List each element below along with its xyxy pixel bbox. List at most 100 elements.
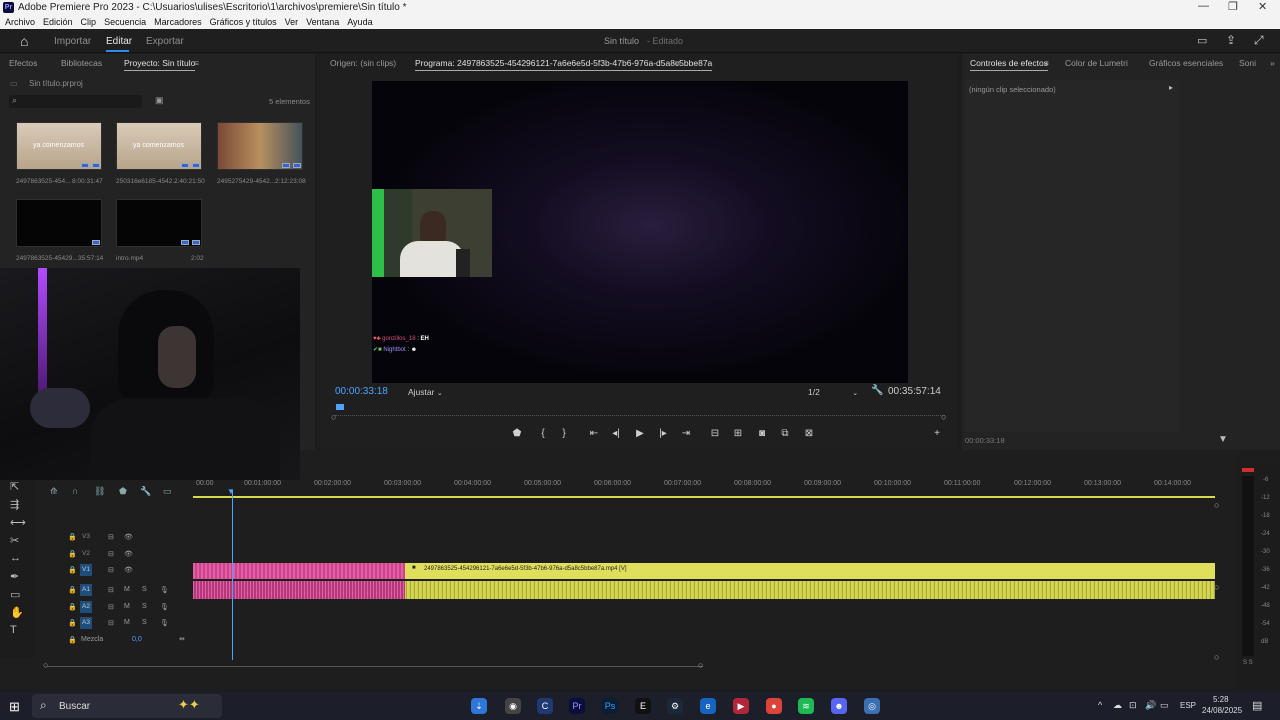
- more-panels-icon[interactable]: »: [1270, 58, 1275, 68]
- clip-a1-intro[interactable]: [193, 581, 405, 599]
- taskbar-app-icon[interactable]: ⇣: [471, 698, 487, 714]
- wrench-icon[interactable]: 🔧: [871, 385, 883, 396]
- chrome-icon[interactable]: ●: [766, 698, 782, 714]
- menu-graficos[interactable]: Gráficos y títulos: [210, 17, 277, 27]
- maximize-icon[interactable]: ❐: [1228, 0, 1238, 13]
- rectangle-tool-icon[interactable]: ▭: [10, 588, 20, 601]
- project-item-thumb[interactable]: ya comenzamos: [16, 122, 102, 170]
- resolution-dropdown[interactable]: 1/2 ⌄: [808, 387, 858, 397]
- clip-a1-main[interactable]: [405, 581, 1215, 599]
- vertical-scroll-handle[interactable]: ○: [1214, 652, 1219, 662]
- track-name[interactable]: A3: [80, 617, 92, 629]
- solo-button[interactable]: S: [142, 619, 147, 626]
- playhead-icon[interactable]: ▼: [227, 487, 235, 496]
- playhead-icon[interactable]: [336, 404, 344, 410]
- slip-tool-icon[interactable]: ↔: [10, 552, 21, 564]
- clock-time[interactable]: 5:28: [1213, 695, 1229, 704]
- zoom-handle-right[interactable]: ○: [698, 660, 703, 670]
- tab-source[interactable]: Origen: (sin clips): [330, 58, 396, 68]
- epic-games-icon[interactable]: E: [635, 698, 651, 714]
- vertical-scroll-handle[interactable]: ○: [1214, 500, 1219, 510]
- hand-tool-icon[interactable]: ✋: [10, 606, 24, 619]
- type-tool-icon[interactable]: T: [10, 624, 17, 636]
- sync-lock-icon[interactable]: ⊟: [108, 603, 114, 611]
- monitor-time-ruler[interactable]: [335, 404, 945, 416]
- microphone-icon[interactable]: 🎙: [160, 586, 169, 594]
- tab-effect-controls[interactable]: Controles de efectos: [970, 58, 1048, 71]
- tab-sound[interactable]: Soni: [1239, 58, 1256, 68]
- microphone-icon[interactable]: 🎙: [160, 619, 169, 627]
- captions-icon[interactable]: ▭: [163, 486, 172, 497]
- button-editor-icon[interactable]: +: [930, 428, 944, 439]
- tab-exportar[interactable]: Exportar: [146, 36, 184, 47]
- lock-icon[interactable]: 🔒: [68, 586, 77, 594]
- volume-icon[interactable]: 🔊: [1145, 700, 1156, 711]
- program-timecode[interactable]: 00:00:33:18: [335, 386, 388, 397]
- zoom-handle-right[interactable]: ○: [941, 412, 946, 422]
- panel-menu-icon[interactable]: ≡: [1044, 58, 1049, 68]
- menu-ver[interactable]: Ver: [285, 17, 299, 27]
- solo-button[interactable]: S: [142, 603, 147, 610]
- step-forward-icon[interactable]: |▸: [656, 428, 670, 439]
- fullscreen-icon[interactable]: ⤢: [1254, 33, 1264, 48]
- tab-importar[interactable]: Importar: [54, 36, 91, 47]
- mix-value[interactable]: 0,0: [132, 636, 142, 643]
- add-marker-icon[interactable]: ⬟: [510, 428, 524, 439]
- zoom-handle-left[interactable]: ○: [43, 660, 48, 670]
- discord-icon[interactable]: ☻: [831, 698, 847, 714]
- lock-icon[interactable]: 🔒: [68, 533, 77, 541]
- menu-ayuda[interactable]: Ayuda: [347, 17, 372, 27]
- mute-button[interactable]: M: [124, 619, 130, 626]
- ripple-edit-tool-icon[interactable]: ⟷: [10, 516, 26, 529]
- clock-date[interactable]: 24/08/2025: [1202, 706, 1242, 715]
- project-item-thumb[interactable]: [217, 122, 303, 170]
- media-app-icon[interactable]: ▶: [733, 698, 749, 714]
- export-frame-icon[interactable]: ◙: [755, 428, 769, 439]
- utility-app-icon[interactable]: ◎: [864, 698, 880, 714]
- timeline-scrollbar[interactable]: [47, 666, 703, 667]
- notification-icon[interactable]: ▤: [1252, 699, 1262, 712]
- zoom-handle-left[interactable]: ○: [331, 412, 336, 422]
- proxy-toggle-icon[interactable]: ⊠: [802, 428, 816, 439]
- linked-selection-icon[interactable]: ⛓: [94, 486, 105, 497]
- tab-lumetri[interactable]: Color de Lumetri: [1065, 58, 1128, 68]
- track-name[interactable]: V1: [80, 564, 92, 576]
- settings-wrench-icon[interactable]: 🔧: [140, 486, 151, 497]
- snap-icon[interactable]: ∩: [72, 486, 78, 496]
- spotify-icon[interactable]: ≋: [798, 698, 814, 714]
- lock-icon[interactable]: 🔒: [68, 566, 77, 574]
- steam-icon[interactable]: ⚙: [667, 698, 683, 714]
- track-select-tool-icon[interactable]: ⇶: [10, 498, 19, 511]
- track-name[interactable]: A2: [80, 601, 92, 613]
- vertical-scroll-handle[interactable]: ○: [1214, 582, 1219, 592]
- minimize-icon[interactable]: —: [1198, 0, 1209, 12]
- mix-expand-icon[interactable]: ⇹: [179, 635, 185, 643]
- tab-essential-graphics[interactable]: Gráficos esenciales: [1149, 58, 1223, 68]
- mark-out-icon[interactable]: }: [557, 428, 571, 439]
- razor-tool-icon[interactable]: ✂: [10, 534, 19, 547]
- network-icon[interactable]: ⊡: [1129, 700, 1137, 711]
- mark-in-icon[interactable]: {: [536, 428, 550, 439]
- sync-lock-icon[interactable]: ⊟: [108, 619, 114, 627]
- panel-menu-icon[interactable]: ≡: [194, 58, 199, 68]
- extract-icon[interactable]: ⊞: [731, 428, 745, 439]
- sync-lock-icon[interactable]: ⊟: [108, 550, 114, 558]
- clip-v1-intro[interactable]: [193, 563, 405, 579]
- step-back-icon[interactable]: ◂|: [609, 428, 623, 439]
- project-item-thumb[interactable]: ya comenzamos: [116, 122, 202, 170]
- language-indicator[interactable]: ESP: [1180, 701, 1196, 710]
- eye-icon[interactable]: 👁: [124, 566, 133, 574]
- clip-v1-main[interactable]: ■ 2497863525-454296121-7a6e6e5d-5f3b-47b…: [405, 563, 1215, 579]
- filter-icon[interactable]: ▼: [1218, 434, 1228, 445]
- fit-dropdown[interactable]: Ajustar ⌄: [408, 387, 443, 397]
- menu-clip[interactable]: Clip: [81, 17, 97, 27]
- new-bin-icon[interactable]: ▣: [155, 95, 164, 106]
- selection-tool-icon[interactable]: ⇱: [10, 480, 19, 493]
- project-item-thumb[interactable]: [16, 199, 102, 247]
- photoshop-icon[interactable]: Ps: [602, 698, 618, 714]
- sync-lock-icon[interactable]: ⊟: [108, 533, 114, 541]
- insert-sequence-icon[interactable]: ⟰: [50, 486, 58, 497]
- close-icon[interactable]: ✕: [1258, 0, 1267, 13]
- obs-icon[interactable]: ◉: [505, 698, 521, 714]
- tab-program[interactable]: Programa: 2497863525-454296121-7a6e6e5d-…: [415, 58, 713, 71]
